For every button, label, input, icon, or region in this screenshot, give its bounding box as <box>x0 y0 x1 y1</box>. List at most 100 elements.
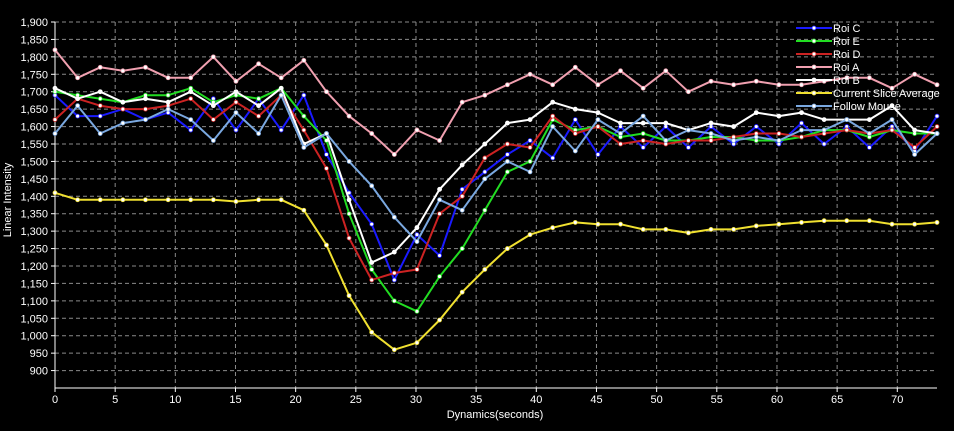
data-point <box>482 176 488 182</box>
data-point <box>210 103 216 109</box>
data-point <box>753 223 759 229</box>
data-point <box>437 197 442 203</box>
data-point <box>799 134 804 140</box>
legend-label: Follow Mouse <box>833 101 901 113</box>
data-point <box>844 127 850 133</box>
data-point <box>482 207 488 213</box>
data-point <box>618 68 623 74</box>
data-point <box>414 267 420 272</box>
data-point <box>437 186 442 192</box>
data-point <box>301 207 307 213</box>
data-point <box>437 274 442 279</box>
data-point <box>233 199 239 204</box>
data-point <box>75 75 81 81</box>
data-point <box>776 113 782 119</box>
data-point <box>414 340 420 346</box>
data-point <box>482 169 488 175</box>
data-point <box>414 239 420 245</box>
data-point <box>165 99 171 105</box>
data-point <box>505 246 510 251</box>
data-point <box>572 106 578 112</box>
data-point <box>550 99 556 105</box>
data-point <box>414 232 420 238</box>
y-tick-label: 1,700 <box>20 87 48 99</box>
data-point <box>324 131 329 136</box>
data-point <box>256 113 261 119</box>
data-point <box>52 131 58 136</box>
data-point <box>256 96 261 102</box>
y-tick-label: 1,000 <box>20 331 48 343</box>
x-tick-label: 15 <box>229 394 241 406</box>
data-point <box>120 106 126 112</box>
data-point <box>346 235 352 241</box>
legend-label: Current Slice Average <box>833 88 940 100</box>
x-tick-label: 55 <box>711 394 723 406</box>
data-point <box>120 120 126 126</box>
data-point <box>527 159 533 164</box>
data-point <box>934 124 940 129</box>
data-point <box>324 152 329 157</box>
legend-label: Roi E <box>833 36 860 48</box>
x-tick-label: 25 <box>350 394 362 406</box>
x-tick-label: 50 <box>651 394 663 406</box>
data-point <box>210 197 216 203</box>
data-point <box>866 131 872 136</box>
data-point <box>414 308 420 314</box>
data-point <box>844 117 850 122</box>
y-tick-label: 1,100 <box>20 296 48 308</box>
x-axis-label: Dynamics(seconds) <box>447 409 544 421</box>
data-point <box>188 96 194 102</box>
y-tick-label: 1,400 <box>20 191 48 203</box>
data-point <box>75 197 81 203</box>
data-point <box>165 75 171 81</box>
data-point <box>391 152 397 157</box>
data-point <box>256 131 261 136</box>
data-point <box>188 117 194 122</box>
data-point <box>821 218 827 224</box>
data-point <box>256 197 261 203</box>
data-point <box>346 211 352 217</box>
data-point <box>618 141 623 147</box>
data-point <box>663 68 669 74</box>
data-point <box>708 131 714 136</box>
data-point <box>640 120 646 126</box>
data-point <box>459 99 465 105</box>
data-point <box>482 155 488 161</box>
data-point <box>686 138 691 143</box>
data-point <box>934 131 940 136</box>
data-point <box>233 78 239 84</box>
data-point <box>324 242 329 248</box>
data-point <box>459 186 465 192</box>
data-point <box>821 117 827 122</box>
y-tick-label: 1,250 <box>20 244 48 256</box>
data-point <box>391 277 397 283</box>
data-point <box>595 152 601 157</box>
data-point <box>731 124 737 129</box>
data-point <box>437 253 442 258</box>
y-tick-label: 1,150 <box>20 278 48 290</box>
x-tick-label: 35 <box>470 394 482 406</box>
data-point <box>301 127 307 133</box>
data-point <box>391 270 397 276</box>
data-point <box>912 152 918 157</box>
data-point <box>97 64 103 70</box>
data-point <box>210 138 216 143</box>
data-point <box>686 230 691 236</box>
data-point <box>278 197 284 203</box>
data-point <box>708 226 714 232</box>
legend-label: Roi B <box>833 75 860 87</box>
data-point <box>210 117 216 122</box>
data-point <box>459 193 465 199</box>
data-point <box>866 75 872 81</box>
y-tick-label: 1,650 <box>20 104 48 116</box>
y-tick-label: 1,800 <box>20 52 48 64</box>
data-point <box>482 92 488 98</box>
data-point <box>324 89 329 95</box>
data-point <box>572 131 578 136</box>
data-point <box>595 82 601 88</box>
x-tick-label: 0 <box>52 394 58 406</box>
y-tick-label: 1,450 <box>20 174 48 186</box>
legend-marker <box>811 25 817 31</box>
y-tick-label: 1,200 <box>20 261 48 273</box>
data-point <box>369 183 375 189</box>
